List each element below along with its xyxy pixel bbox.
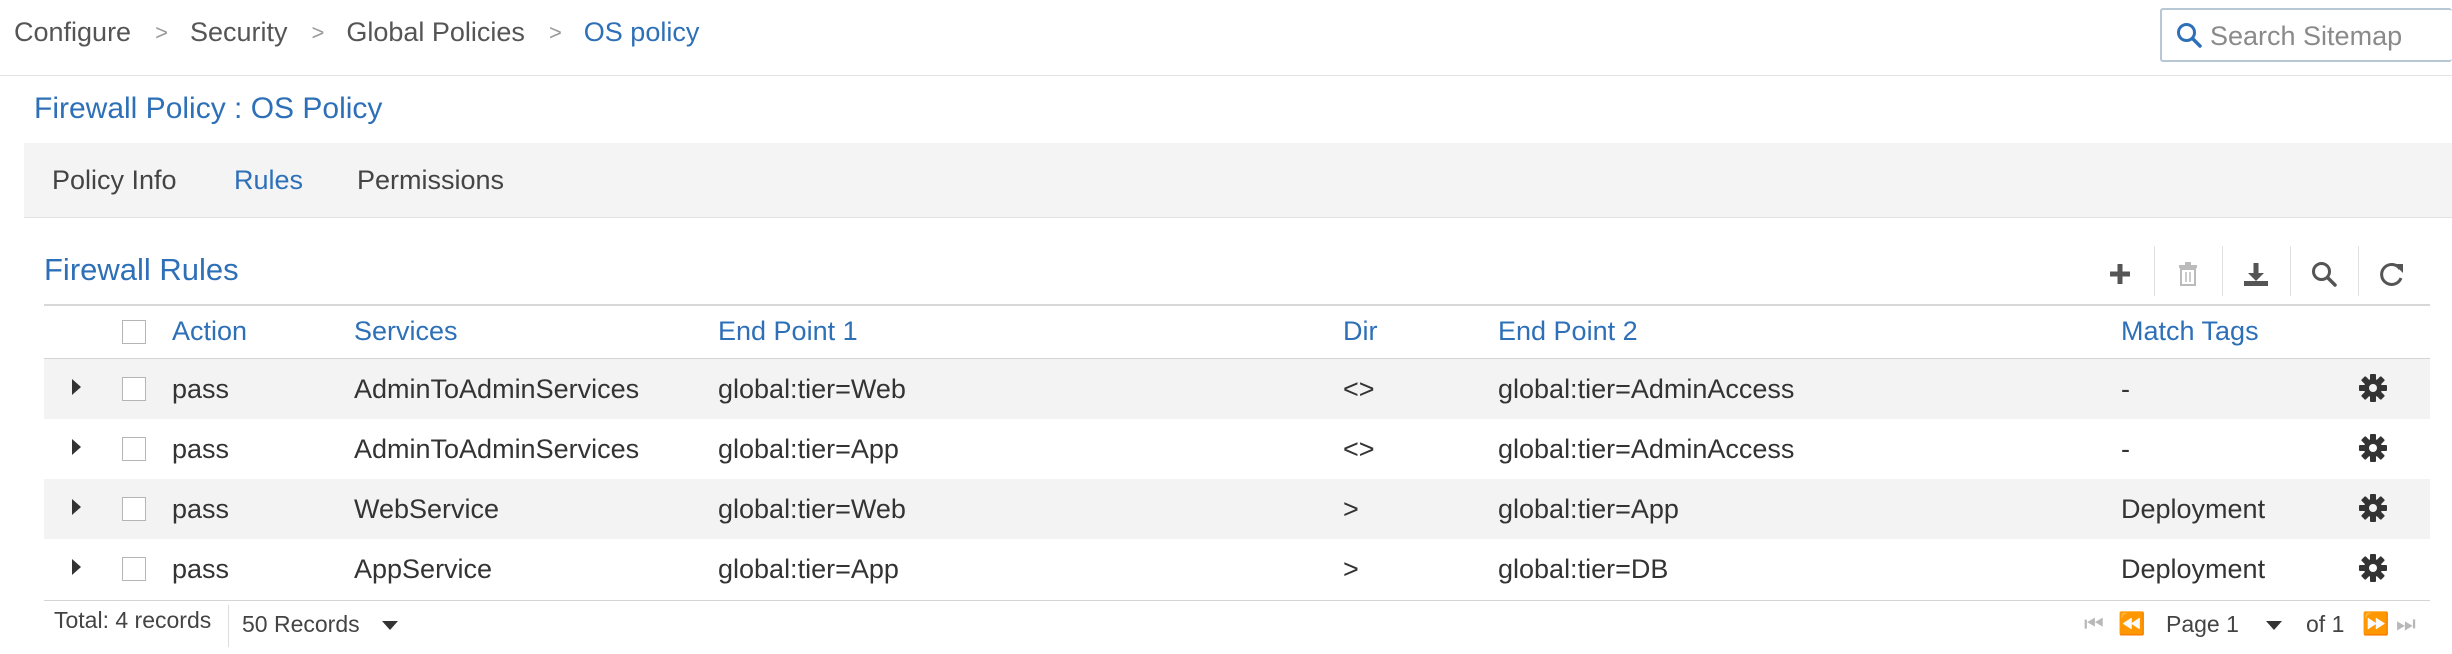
expand-caret-icon[interactable] — [72, 559, 81, 575]
expand-caret-icon[interactable] — [72, 379, 81, 395]
grid-toolbar — [2086, 246, 2432, 302]
refresh-button[interactable] — [2358, 246, 2426, 302]
column-header-services[interactable]: Services — [354, 316, 458, 347]
tab-bar: Policy Info Rules Permissions — [24, 143, 2452, 218]
next-page-icon[interactable]: ⏩ — [2362, 611, 2389, 637]
tab-permissions[interactable]: Permissions — [357, 165, 504, 196]
chevron-right-icon: > — [548, 19, 562, 45]
cell-services: AppService — [354, 554, 493, 584]
cell-services: AdminToAdminServices — [354, 434, 640, 464]
column-header-dir[interactable]: Dir — [1343, 316, 1378, 347]
breadcrumb-configure[interactable]: Configure — [14, 17, 131, 48]
column-header-endpoint2[interactable]: End Point 2 — [1498, 316, 1638, 347]
column-header-action[interactable]: Action — [172, 316, 247, 347]
table-row[interactable]: pass WebService global:tier=Web > global… — [44, 479, 2430, 539]
plus-icon — [2110, 264, 2130, 284]
search-input[interactable]: Search Sitemap — [2160, 8, 2452, 62]
trash-icon — [2179, 262, 2197, 286]
top-bar: Configure > Security > Global Policies >… — [0, 0, 2452, 76]
search-icon — [2177, 23, 2202, 48]
cell-action: pass — [172, 434, 230, 464]
cell-match-tags: - — [2121, 374, 2130, 404]
first-page-icon[interactable]: ⏮ — [2084, 611, 2104, 637]
delete-button[interactable] — [2154, 246, 2222, 302]
cell-match-tags: Deployment — [2121, 554, 2266, 584]
gear-icon[interactable] — [2358, 493, 2388, 523]
cell-endpoint1: global:tier=App — [718, 554, 899, 584]
table-row[interactable]: pass AdminToAdminServices global:tier=Ap… — [44, 419, 2430, 479]
cell-dir: <> — [1343, 374, 1375, 404]
column-header-match-tags[interactable]: Match Tags — [2121, 316, 2259, 347]
row-checkbox[interactable] — [122, 557, 146, 581]
breadcrumb-global-policies[interactable]: Global Policies — [346, 17, 525, 48]
cell-dir: <> — [1343, 434, 1375, 464]
footer-divider — [228, 605, 229, 647]
chevron-right-icon: > — [155, 19, 168, 45]
row-checkbox[interactable] — [122, 437, 146, 461]
download-icon — [2244, 263, 2268, 286]
expand-caret-icon[interactable] — [72, 499, 81, 515]
tab-rules[interactable]: Rules — [234, 165, 303, 196]
cell-endpoint1: global:tier=App — [718, 434, 899, 464]
page-select[interactable]: Page 1 — [2166, 611, 2239, 638]
cell-action: pass — [172, 554, 230, 584]
cell-match-tags: - — [2121, 434, 2130, 464]
column-header-endpoint1[interactable]: End Point 1 — [718, 316, 858, 347]
search-icon — [2312, 262, 2337, 287]
cell-endpoint2: global:tier=AdminAccess — [1498, 434, 1795, 464]
chevron-right-icon: > — [311, 19, 325, 45]
cell-dir: > — [1343, 494, 1359, 524]
row-checkbox[interactable] — [122, 377, 146, 401]
cell-action: pass — [172, 374, 230, 404]
chevron-down-icon[interactable] — [382, 621, 398, 630]
select-all-checkbox[interactable] — [122, 320, 146, 344]
search-placeholder: Search Sitemap — [2210, 21, 2403, 51]
export-button[interactable] — [2222, 246, 2290, 302]
grid-footer: Total: 4 records 50 Records ⏮ ⏪ Page 1 o… — [44, 600, 2430, 647]
cell-match-tags: Deployment — [2121, 494, 2266, 524]
gear-icon[interactable] — [2358, 553, 2388, 583]
row-checkbox[interactable] — [122, 497, 146, 521]
table-row[interactable]: pass AppService global:tier=App > global… — [44, 539, 2430, 599]
chevron-down-icon[interactable] — [2266, 621, 2282, 630]
cell-endpoint1: global:tier=Web — [718, 494, 906, 524]
page-count: of 1 — [2306, 611, 2345, 637]
cell-action: pass — [172, 494, 230, 524]
breadcrumb: Configure > Security > Global Policies >… — [14, 17, 699, 48]
table-header: Action Services End Point 1 Dir End Poin… — [44, 304, 2430, 358]
search-button[interactable] — [2290, 246, 2358, 302]
expand-caret-icon[interactable] — [72, 439, 81, 455]
cell-endpoint1: global:tier=Web — [718, 374, 906, 404]
cell-endpoint2: global:tier=AdminAccess — [1498, 374, 1795, 404]
gear-icon[interactable] — [2358, 433, 2388, 463]
section-title: Firewall Rules — [44, 252, 239, 287]
cell-endpoint2: global:tier=App — [1498, 494, 1679, 524]
gear-icon[interactable] — [2358, 373, 2388, 403]
cell-dir: > — [1343, 554, 1359, 584]
page-size-select[interactable]: 50 Records — [242, 611, 360, 638]
refresh-icon — [2380, 262, 2403, 286]
last-page-icon[interactable]: ⏭ — [2396, 611, 2416, 637]
table-row[interactable]: pass AdminToAdminServices global:tier=We… — [44, 359, 2430, 419]
page-title: Firewall Policy : OS Policy — [34, 92, 383, 125]
breadcrumb-security[interactable]: Security — [190, 17, 288, 48]
add-button[interactable] — [2086, 246, 2154, 302]
cell-services: WebService — [354, 494, 500, 524]
tab-policy-info[interactable]: Policy Info — [52, 165, 177, 196]
cell-endpoint2: global:tier=DB — [1498, 554, 1669, 584]
cell-services: AdminToAdminServices — [354, 374, 640, 404]
total-records: Total: 4 records — [54, 607, 212, 633]
breadcrumb-os-policy: OS policy — [583, 17, 700, 47]
previous-page-icon[interactable]: ⏪ — [2118, 611, 2145, 637]
